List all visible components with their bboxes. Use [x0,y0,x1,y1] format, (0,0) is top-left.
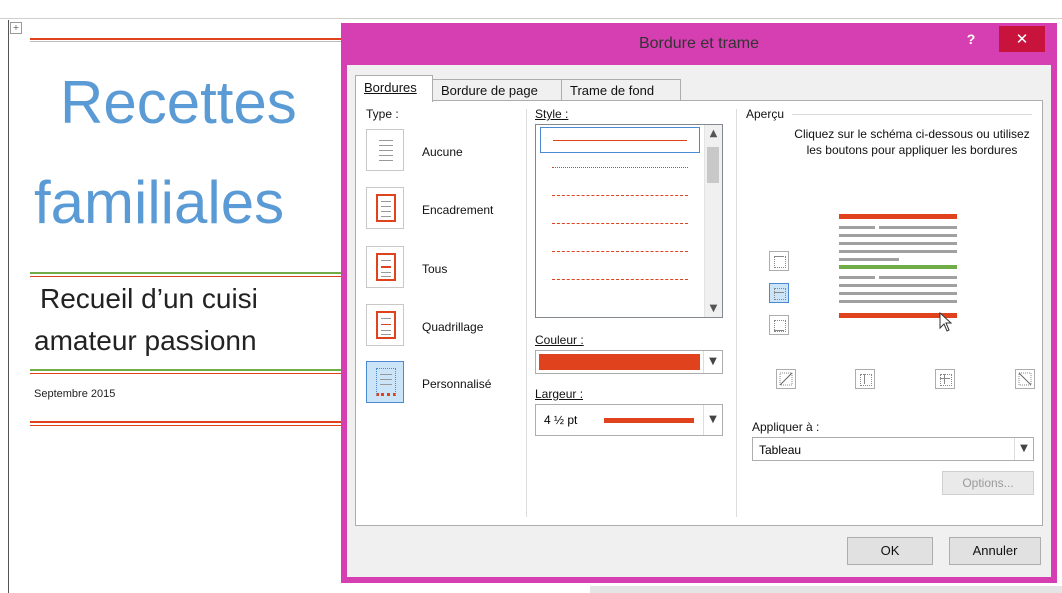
tab-panel-bordures: Type : Aucune Encadrement Tous Quadrilla… [355,100,1043,526]
border-left-right-button[interactable] [855,369,875,389]
type-aucune-label[interactable]: Aucune [422,145,463,159]
type-option-aucune[interactable] [366,129,406,173]
width-dropdown[interactable]: 4 ½ pt ▼ [535,404,723,436]
dialog-client: Bordures Bordure de page Trame de fond T… [347,65,1051,577]
top-border-rule-thin [30,41,360,42]
type-encadrement-label[interactable]: Encadrement [422,203,493,217]
type-option-personnalise[interactable] [366,361,406,405]
apply-to-dropdown[interactable]: Tableau ▼ [752,437,1034,461]
ruler-line [0,18,1062,19]
border-bottom-button[interactable] [769,315,789,335]
close-button[interactable]: ✕ [999,26,1045,52]
preview-middle-border [839,265,957,269]
style-option-solid[interactable] [540,127,700,153]
top-border-rule [30,38,360,40]
document-subtitle-line1: Recueil d’un cuisi [40,283,258,314]
tab-bordure-de-page[interactable]: Bordure de page [432,79,562,101]
style-option-dash-dot-dot[interactable] [540,267,700,293]
type-label: Type : [366,107,399,121]
status-strip [590,586,1062,593]
apply-to-value: Tableau [759,443,802,457]
document-title-line1: Recettes [60,69,297,136]
options-button[interactable]: Options... [942,471,1034,495]
column-separator-2 [736,109,737,517]
green-rule-2 [30,369,360,371]
border-inside-horizontal-button[interactable] [769,283,789,303]
preview-top-border [839,214,957,219]
style-option-dash-dot[interactable] [540,239,700,265]
table-left-edge [8,20,9,593]
orange-rule-thin-2 [30,373,360,374]
preview-groupline [792,114,1032,115]
style-label: Style : [535,107,569,121]
border-inside-vertical-button[interactable] [935,369,955,389]
border-box-icon [366,187,404,229]
border-preview-diagram[interactable] [839,214,971,332]
border-diagonal-up-button[interactable] [1015,369,1035,389]
type-option-quadrillage[interactable] [366,304,406,348]
type-option-encadrement[interactable] [366,187,406,231]
tab-trame-de-fond[interactable]: Trame de fond [561,79,681,101]
mouse-cursor-icon [939,312,953,332]
border-top-button[interactable] [769,251,789,271]
tab-bordures[interactable]: Bordures [355,75,433,102]
border-custom-icon [366,361,404,403]
style-scrollbar[interactable]: ▲ ▼ [704,125,722,317]
style-option-dash[interactable] [540,211,700,237]
border-none-icon [366,129,404,171]
borders-shading-dialog: Bordure et trame ? ✕ Bordures Bordure de… [341,23,1057,583]
document-title-line2: familiales [34,169,285,236]
scroll-down-icon[interactable]: ▼ [705,300,722,317]
color-swatch [539,354,700,370]
width-sample-line [604,418,694,423]
type-personnalise-label[interactable]: Personnalisé [422,377,491,391]
scroll-up-icon[interactable]: ▲ [705,125,722,142]
dialog-title: Bordure et trame [638,35,760,52]
column-separator-1 [526,109,527,517]
type-quadrillage-label[interactable]: Quadrillage [422,320,483,334]
color-dropdown[interactable]: ▼ [535,350,723,374]
chevron-down-icon[interactable]: ▼ [1014,438,1033,460]
tab-bordures-label: Bordures [364,80,417,95]
chevron-down-icon[interactable]: ▼ [703,405,722,435]
border-grid-icon [366,304,404,346]
apply-to-label: Appliquer à : [752,420,820,434]
cancel-button[interactable]: Annuler [949,537,1041,565]
scroll-thumb[interactable] [707,147,719,183]
style-option-small-dash[interactable] [540,183,700,209]
type-option-tous[interactable] [366,246,406,290]
border-all-icon [366,246,404,288]
width-label: Largeur : [535,387,584,401]
document-date: Septembre 2015 [34,388,116,400]
table-move-handle-icon[interactable]: + [10,22,22,34]
help-button[interactable]: ? [961,29,981,49]
width-value: 4 ½ pt [544,413,578,427]
type-tous-label[interactable]: Tous [422,262,447,276]
preview-label: Aperçu [746,107,785,121]
bottom-border-rule [30,421,360,423]
orange-rule-thin [30,276,360,277]
ok-button[interactable]: OK [847,537,933,565]
border-diagonal-down-button[interactable] [776,369,796,389]
green-rule [30,272,360,274]
style-listbox[interactable]: ▲ ▼ [535,124,723,318]
color-label: Couleur : [535,333,584,347]
preview-instructions: Cliquez sur le schéma ci-dessous ou util… [794,127,1030,157]
style-option-dotted[interactable] [540,155,700,181]
dialog-titlebar[interactable]: Bordure et trame ? ✕ [341,23,1057,65]
document-subtitle-line2: amateur passionn [34,325,257,356]
bottom-border-rule-thin [30,425,360,426]
chevron-down-icon[interactable]: ▼ [703,351,722,373]
